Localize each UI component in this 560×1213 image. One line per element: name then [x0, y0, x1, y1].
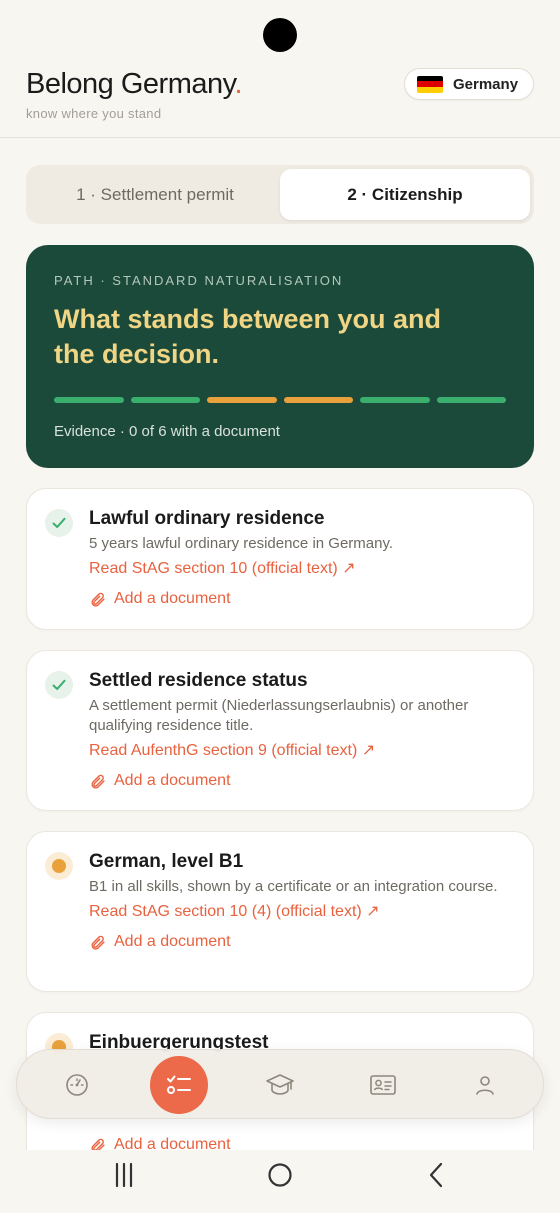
hero-headline: What stands between you and the decision…	[54, 302, 506, 372]
add-document-label: Add a document	[114, 590, 231, 607]
requirement-description: 5 years lawful ordinary residence in Ger…	[89, 535, 394, 552]
add-document-label: Add a document	[114, 933, 231, 950]
status-pending-icon	[45, 852, 73, 880]
path-summary-card: PATH · STANDARD NATURALISATION What stan…	[26, 245, 534, 468]
bottom-navigation	[16, 1049, 544, 1119]
official-text-link[interactable]: Read StAG section 10 (official text) ↗	[89, 558, 513, 580]
tab-citizenship[interactable]: 2 · Citizenship	[280, 169, 530, 220]
germany-flag-icon	[417, 75, 443, 93]
paperclip-icon	[91, 592, 105, 607]
system-navigation-bar	[0, 1150, 560, 1213]
graduation-cap-icon	[266, 1074, 294, 1095]
hero-headline-line2: the decision.	[54, 339, 220, 369]
requirement-title: Settled residence status	[89, 670, 308, 691]
progress-segment-done	[360, 397, 430, 403]
requirement-description: A settlement permit (Niederlassungserlau…	[89, 697, 469, 734]
progress-segment-pending	[283, 397, 353, 403]
id-card-icon	[370, 1075, 396, 1095]
requirement-card[interactable]: Settled residence status A settlement pe…	[26, 650, 534, 811]
tab-settlement-permit[interactable]: 1 · Settlement permit	[30, 169, 280, 220]
paperclip-icon	[91, 774, 105, 789]
nav-profile[interactable]	[458, 1058, 512, 1112]
progress-segment-done	[54, 397, 124, 403]
hero-headline-line1: What stands between you and	[54, 304, 442, 334]
country-selector[interactable]: Germany	[404, 68, 534, 100]
profile-icon	[476, 1076, 494, 1095]
app-screen: Belong Germany. know where you stand Ger…	[0, 0, 560, 1213]
add-document-button[interactable]: Add a document	[89, 772, 513, 790]
recent-apps-icon[interactable]	[113, 1162, 135, 1188]
official-text-link[interactable]: Read AufenthG section 9 (official text) …	[89, 740, 513, 762]
status-check-icon	[45, 671, 73, 699]
requirement-description: B1 in all skills, shown by a certificate…	[89, 878, 498, 895]
paperclip-icon	[91, 935, 105, 950]
back-icon[interactable]	[426, 1162, 446, 1188]
path-eyebrow: PATH · STANDARD NATURALISATION	[54, 273, 344, 288]
progress-segment-done	[130, 397, 200, 403]
tagline: know where you stand	[26, 106, 162, 121]
path-tabs: 1 · Settlement permit 2 · Citizenship	[26, 165, 534, 224]
dashboard-gauge-icon	[66, 1074, 88, 1096]
brand-name: Belong Germany	[26, 68, 235, 100]
progress-segment-done	[436, 397, 506, 403]
camera-cutout	[263, 18, 297, 52]
requirement-title: Lawful ordinary residence	[89, 508, 325, 529]
evidence-count: Evidence · 0 of 6 with a document	[54, 423, 280, 440]
brand-logo[interactable]: Belong Germany.	[26, 68, 243, 101]
checklist-icon	[167, 1075, 191, 1094]
app-header: Belong Germany. know where you stand Ger…	[0, 60, 560, 138]
evidence-progress	[54, 397, 506, 403]
add-document-button[interactable]: Add a document	[89, 933, 513, 951]
country-label: Germany	[453, 75, 519, 93]
add-document-label: Add a document	[114, 772, 231, 789]
nav-checklist[interactable]	[150, 1056, 208, 1114]
progress-segment-pending	[207, 397, 277, 403]
add-document-button[interactable]: Add a document	[89, 590, 513, 608]
nav-documents[interactable]	[356, 1058, 410, 1112]
home-icon[interactable]	[267, 1162, 293, 1188]
nav-dashboard[interactable]	[50, 1058, 104, 1112]
nav-learn[interactable]	[253, 1058, 307, 1112]
requirement-title: German, level B1	[89, 851, 244, 872]
brand-dot: .	[234, 68, 243, 100]
requirement-card[interactable]: Lawful ordinary residence 5 years lawful…	[26, 488, 534, 630]
status-check-icon	[45, 509, 73, 537]
requirement-card[interactable]: German, level B1 B1 in all skills, shown…	[26, 831, 534, 992]
official-text-link[interactable]: Read StAG section 10 (4) (official text)…	[89, 901, 513, 923]
